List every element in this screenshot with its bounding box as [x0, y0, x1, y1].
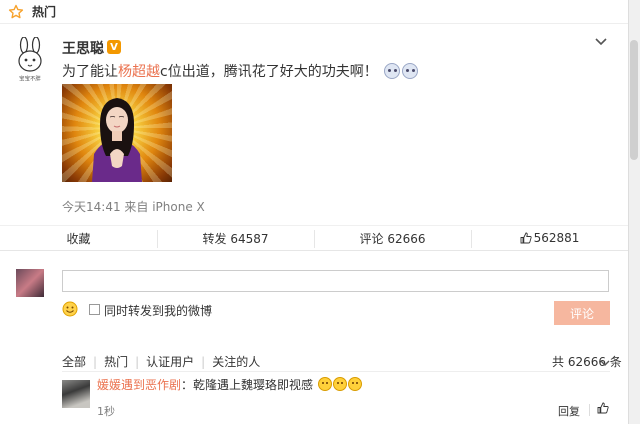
chevron-down-icon[interactable] [594, 36, 608, 48]
divider [589, 404, 590, 416]
star-icon [8, 4, 24, 20]
repost-checkbox[interactable] [89, 304, 100, 315]
repost-checkbox-label[interactable]: 同时转发到我的微博 [104, 302, 212, 319]
repost-label: 转发 64587 [202, 231, 269, 246]
post-image[interactable] [62, 84, 172, 182]
post-text-after: c位出道，腾讯花了好大的功夫啊！ [160, 64, 378, 80]
filter-hot[interactable]: 热门 [104, 353, 128, 370]
chevron-down-icon[interactable] [600, 356, 610, 366]
emoji-icon [317, 377, 332, 391]
filter-following[interactable]: 关注的人 [212, 353, 260, 370]
comment-label: 评论 62666 [359, 231, 426, 246]
favorite-label: 收藏 [66, 231, 91, 246]
smile-icon[interactable] [62, 301, 78, 317]
comment-text: ：乾隆遇上魏璎珞即视感 [181, 378, 314, 392]
action-bar: 收藏 转发 64587 评论 62666 562881 [0, 225, 628, 251]
comment-toggle-button[interactable]: 评论 62666 [314, 226, 471, 250]
thumbs-up-icon [520, 232, 532, 244]
commenter-avatar[interactable] [62, 380, 90, 408]
emoji-icon [332, 377, 347, 391]
post-author[interactable]: 王思聪 [62, 38, 104, 58]
hot-label: 热门 [32, 5, 57, 19]
submit-comment-button[interactable]: 评论 [554, 301, 610, 325]
hot-header: 热门 [0, 0, 628, 24]
post-meta: 今天14:41 来自 iPhone X [62, 200, 205, 214]
emoji-icon [402, 63, 419, 79]
filter-verified[interactable]: 认证用户 [146, 353, 194, 370]
comment-filters: 全部 | 热门 | 认证用户 | 关注的人 [62, 353, 261, 370]
like-button[interactable]: 562881 [471, 226, 628, 250]
avatar[interactable] [15, 36, 45, 77]
scrollbar[interactable] [628, 0, 640, 424]
commenter-name[interactable]: 媛媛遇到恶作剧 [97, 378, 181, 392]
comment-input[interactable] [62, 270, 609, 292]
reply-link[interactable]: 回复 [558, 403, 580, 419]
mention-link[interactable]: 杨超越 [118, 64, 160, 80]
weibo-post-card: 热门 宝宝不胖 王思聪 V 为了能让杨超越c位出道，腾讯花了好大的功夫啊！ 今天… [0, 0, 628, 424]
post-text-before: 为了能让 [62, 64, 118, 80]
emoji-icon [347, 377, 362, 391]
total-comment-count: 共 62666 条 [552, 355, 622, 369]
my-avatar[interactable] [16, 269, 44, 297]
favorite-button[interactable]: 收藏 [0, 226, 157, 250]
filter-all[interactable]: 全部 [62, 353, 86, 370]
avatar-caption: 宝宝不胖 [19, 76, 41, 83]
verified-badge: V [107, 40, 121, 54]
emoji-icon [384, 63, 401, 79]
like-count: 562881 [533, 231, 580, 245]
thumbs-up-icon[interactable] [597, 402, 609, 414]
post-text: 为了能让杨超越c位出道，腾讯花了好大的功夫啊！ [62, 61, 419, 81]
comment-time: 1秒 [97, 405, 115, 418]
scrollbar-thumb[interactable] [630, 40, 638, 160]
divider [62, 371, 610, 372]
comment-item: 媛媛遇到恶作剧：乾隆遇上魏璎珞即视感 [97, 376, 362, 393]
repost-button[interactable]: 转发 64587 [157, 226, 314, 250]
